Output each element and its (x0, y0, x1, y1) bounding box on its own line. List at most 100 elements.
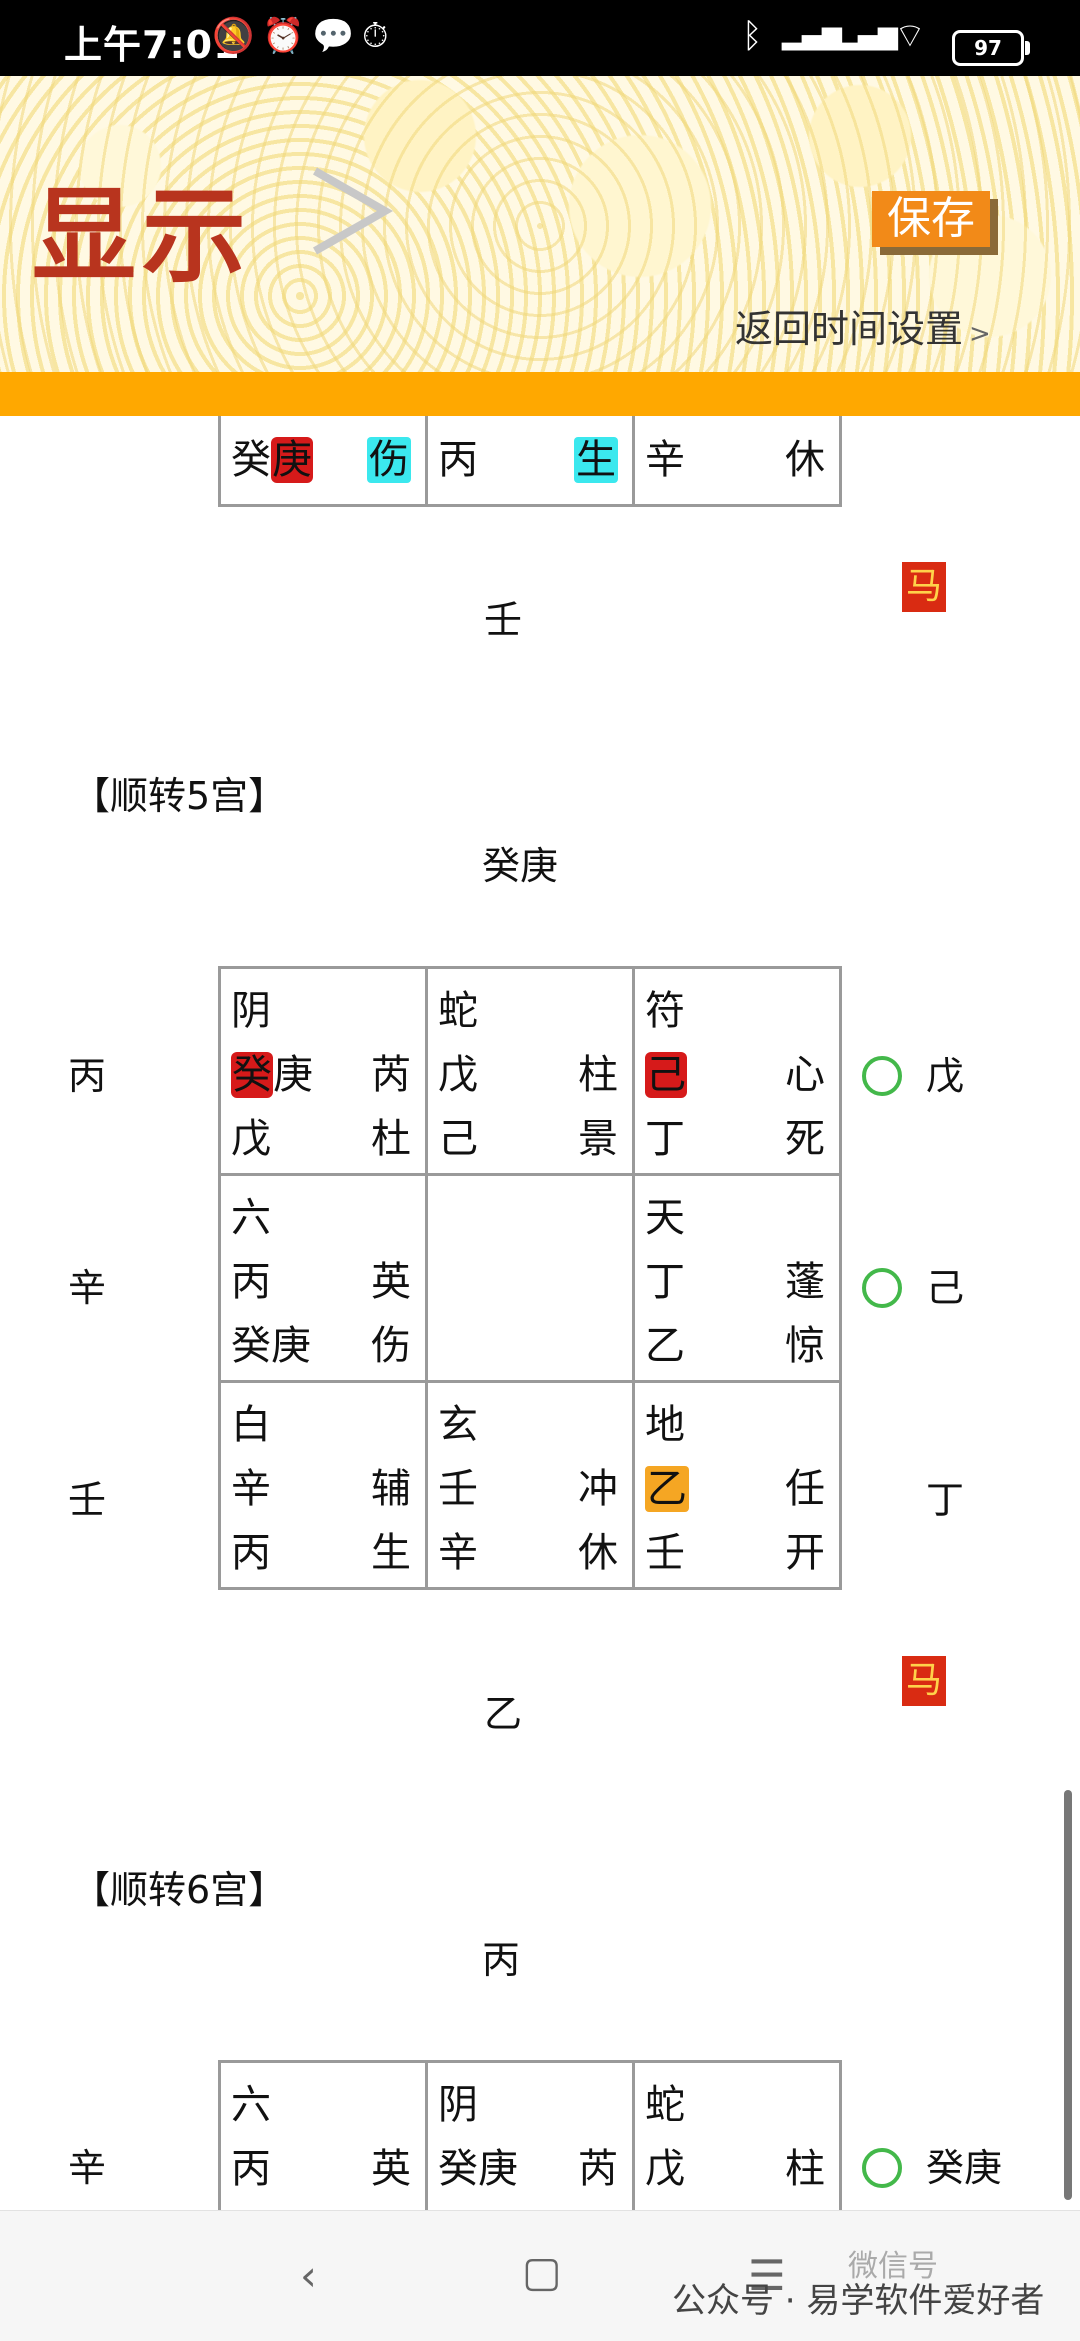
stem-text: 庚 (273, 1052, 313, 1098)
earth-stem: 辛 (438, 1530, 478, 1576)
top-stem: 丙 (482, 1938, 521, 1982)
empty-circle-marker (862, 2148, 902, 2188)
alarm-icon: ⏱ (362, 16, 389, 56)
wechat-icon: 💬 (312, 16, 355, 56)
deity: 蛇 (438, 988, 478, 1034)
side-stem-left: 辛 (68, 1266, 107, 1310)
heaven-stem: 丁 (645, 1259, 685, 1305)
nine-palace-grid: 六 丙 英 阴 癸庚 芮 蛇 戊 柱 (218, 2060, 842, 2210)
deity: 符 (645, 988, 685, 1034)
palace-cell: 蛇 戊 柱 己 景 (428, 969, 632, 1173)
earth-stem: 乙 (645, 1323, 685, 1369)
heaven-stem: 乙 (645, 1465, 689, 1513)
wifi-icon: ⌔ (894, 16, 926, 56)
deity: 地 (645, 1402, 685, 1448)
center-palace-cell (428, 1176, 632, 1380)
star: 辅 (371, 1466, 411, 1512)
star: 英 (371, 2146, 411, 2192)
heaven-stem: 癸庚 (231, 1051, 313, 1099)
heaven-stem: 癸庚 (438, 2146, 518, 2192)
deity: 阴 (231, 988, 271, 1034)
door: 生 (371, 1530, 411, 1576)
star: 芮 (371, 1052, 411, 1098)
top-stem: 癸庚 (482, 844, 559, 888)
heaven-stem: 壬 (438, 1466, 478, 1512)
palace-cell: 蛇 戊 柱 (635, 2063, 839, 2210)
star: 柱 (785, 2146, 825, 2192)
palace-cell: 六 丙 英 癸庚 伤 (221, 1176, 425, 1380)
deity: 阴 (438, 2082, 478, 2128)
deity: 六 (231, 2082, 271, 2128)
star: 冲 (578, 1466, 618, 1512)
stem-highlight: 癸 (231, 1052, 273, 1098)
stem-highlight: 庚 (271, 437, 313, 483)
earth-stem: 戊 (231, 1116, 271, 1162)
deity: 蛇 (645, 2082, 685, 2128)
star: 柱 (578, 1052, 618, 1098)
side-stem-right: 戊 (926, 1054, 965, 1098)
side-stem-right: 癸庚 (926, 2146, 1003, 2190)
battery-icon: 97 (952, 30, 1030, 66)
side-stem-left: 壬 (68, 1478, 107, 1522)
back-nav-icon[interactable]: ‹ (300, 2251, 317, 2300)
side-stem-right: 丁 (926, 1478, 965, 1522)
divider-bar (0, 372, 1080, 416)
bottom-stem: 乙 (484, 1692, 523, 1736)
cell-door: 生 (574, 436, 618, 484)
battery-level: 97 (974, 36, 1002, 60)
door-highlight: 生 (574, 437, 618, 483)
star: 心 (785, 1052, 825, 1098)
deity: 玄 (438, 1402, 478, 1448)
heaven-stem: 丙 (231, 1259, 271, 1305)
grid-table: 六 丙 英 阴 癸庚 芮 蛇 戊 柱 (218, 2060, 842, 2210)
palace-cell: 白 辛 辅 丙 生 (221, 1383, 425, 1587)
door: 景 (578, 1116, 618, 1162)
bluetooth-icon: ᛒ (742, 16, 763, 56)
door: 伤 (371, 1323, 411, 1369)
door: 死 (785, 1116, 825, 1162)
section-heading: 【顺转6宫】 (72, 1868, 287, 1912)
deity: 天 (645, 1195, 685, 1241)
earth-stem: 己 (438, 1116, 478, 1162)
door: 惊 (785, 1323, 825, 1369)
side-stem-left: 丙 (68, 1054, 107, 1098)
cell-door: 伤 (367, 436, 411, 484)
signal-hd-icon: ▂▄▆ (782, 21, 842, 51)
nine-palace-grid: 阴 癸庚 芮 戊 杜 蛇 戊 柱 己 景 符 己 心 丁 死 六 丙 英 癸庚 … (218, 966, 842, 1590)
star: 任 (785, 1466, 825, 1512)
door: 休 (578, 1530, 618, 1576)
earth-stem: 壬 (645, 1530, 685, 1576)
partial-grid-top: 癸庚 伤 丙 生 辛 休 (218, 416, 842, 507)
mute-bell-icon: 🔕 (212, 16, 255, 56)
stem-highlight: 己 (645, 1052, 687, 1098)
cell-stem: 辛 (645, 437, 685, 483)
heaven-stem: 丙 (231, 2146, 271, 2192)
star: 蓬 (785, 1259, 825, 1305)
earth-stem: 丙 (231, 1530, 271, 1576)
palace-cell: 阴 癸庚 芮 (428, 2063, 632, 2210)
status-bar: 上午7:01 🔕 ⏰ 💬 ⏱ ᛒ ▂▄▆ ▂▄▆ ⌔ 97 (0, 0, 1080, 76)
page-title: 显示 (32, 175, 253, 297)
stem-text: 癸 (231, 437, 271, 483)
signal-icon: ▂▄▆ (838, 21, 898, 51)
heaven-stem: 戊 (438, 1052, 478, 1098)
heaven-stem: 辛 (231, 1466, 271, 1512)
navigation-bar: ‹ ▢ ☰ 微信号 公众号 · 易学软件爱好者 (0, 2210, 1080, 2341)
chevron-right-icon (313, 167, 394, 255)
palace-cell: 天 丁 蓬 乙 惊 (635, 1176, 839, 1380)
heaven-stem: 戊 (645, 2146, 685, 2192)
watermark-account: 公众号 · 易学软件爱好者 (672, 2281, 1045, 2321)
door-highlight: 伤 (367, 437, 411, 483)
deity: 六 (231, 1195, 271, 1241)
palace-cell: 符 己 心 丁 死 (635, 969, 839, 1173)
save-button[interactable]: 保存 (872, 191, 990, 247)
header-banner: 显示 保存 返回时间设置 > (0, 76, 1080, 372)
cell-stem: 癸庚 (231, 436, 313, 484)
scrollbar-thumb[interactable] (1064, 1790, 1072, 2200)
deity: 白 (231, 1402, 271, 1448)
stem-highlight: 乙 (645, 1466, 689, 1512)
back-to-time-settings-link[interactable]: 返回时间设置 > (735, 298, 991, 353)
cell-stem: 丙 (438, 437, 478, 483)
home-nav-icon[interactable]: ▢ (522, 2247, 562, 2296)
side-stem-left: 辛 (68, 2146, 107, 2190)
